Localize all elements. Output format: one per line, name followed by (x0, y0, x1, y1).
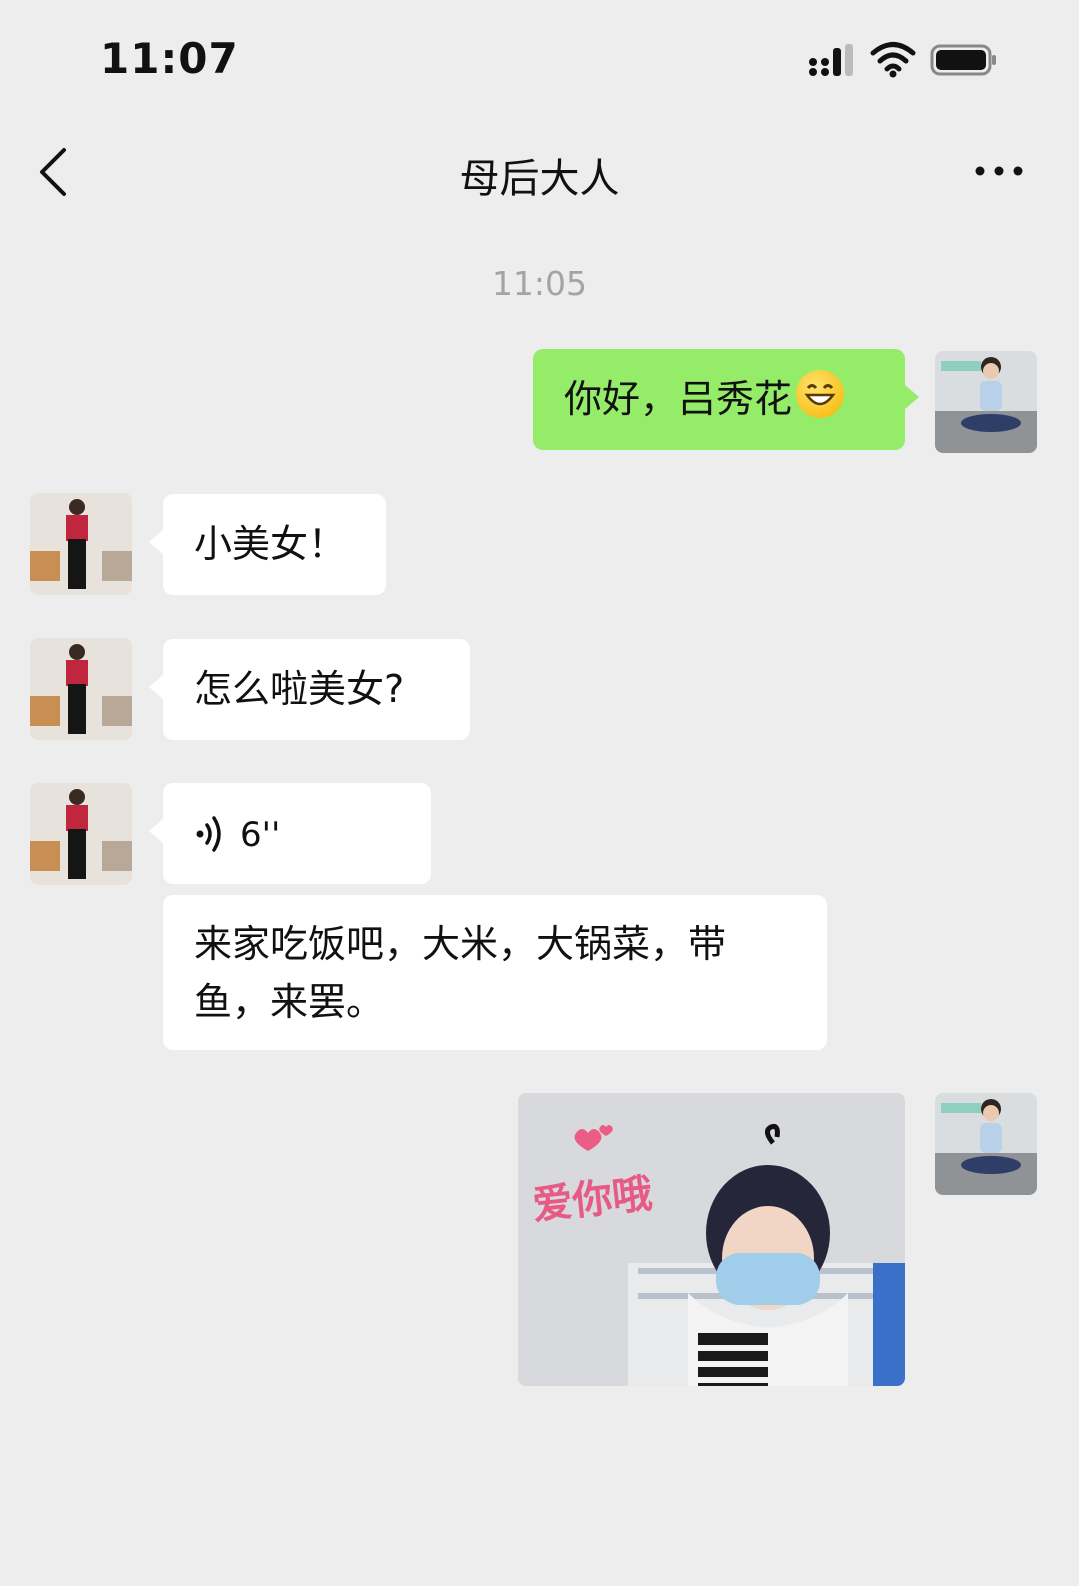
my-avatar[interactable] (935, 351, 1037, 453)
grin-emoji-icon (796, 370, 845, 418)
contact-avatar[interactable] (30, 783, 132, 885)
status-time: 11:07 (100, 34, 239, 83)
voice-icon (196, 816, 221, 852)
chat-timestamp: 11:05 (491, 264, 588, 303)
more-icon[interactable] (972, 162, 1026, 180)
battery-icon (930, 44, 996, 76)
contact-avatar[interactable] (30, 638, 132, 740)
message-bubble-incoming[interactable]: 怎么啦美女? (149, 639, 470, 740)
message-bubble-incoming[interactable]: 小美女！ (149, 494, 386, 595)
voice-message-bubble[interactable]: 6'' (149, 783, 431, 884)
message-bubble-outgoing[interactable]: 你好，吕秀花 (533, 349, 919, 450)
signal-icon (809, 44, 853, 76)
my-avatar[interactable] (935, 1093, 1037, 1195)
voice-duration: 6'' (240, 815, 281, 855)
image-message[interactable]: 爱你哦 (518, 1093, 905, 1386)
message-bubble-incoming[interactable]: 来家吃饭吧，大米，大锅菜，带鱼，来罢。 (163, 895, 827, 1050)
chat-title: 母后大人 (459, 156, 620, 202)
message-text: 小美女！ (194, 522, 347, 566)
message-text: 怎么啦美女? (194, 667, 405, 711)
message-text: 你好，吕秀花 (564, 377, 793, 421)
contact-avatar[interactable] (30, 493, 132, 595)
wifi-icon (870, 42, 916, 78)
message-text: 来家吃饭吧，大米，大锅菜，带鱼，来罢。 (194, 922, 727, 1024)
